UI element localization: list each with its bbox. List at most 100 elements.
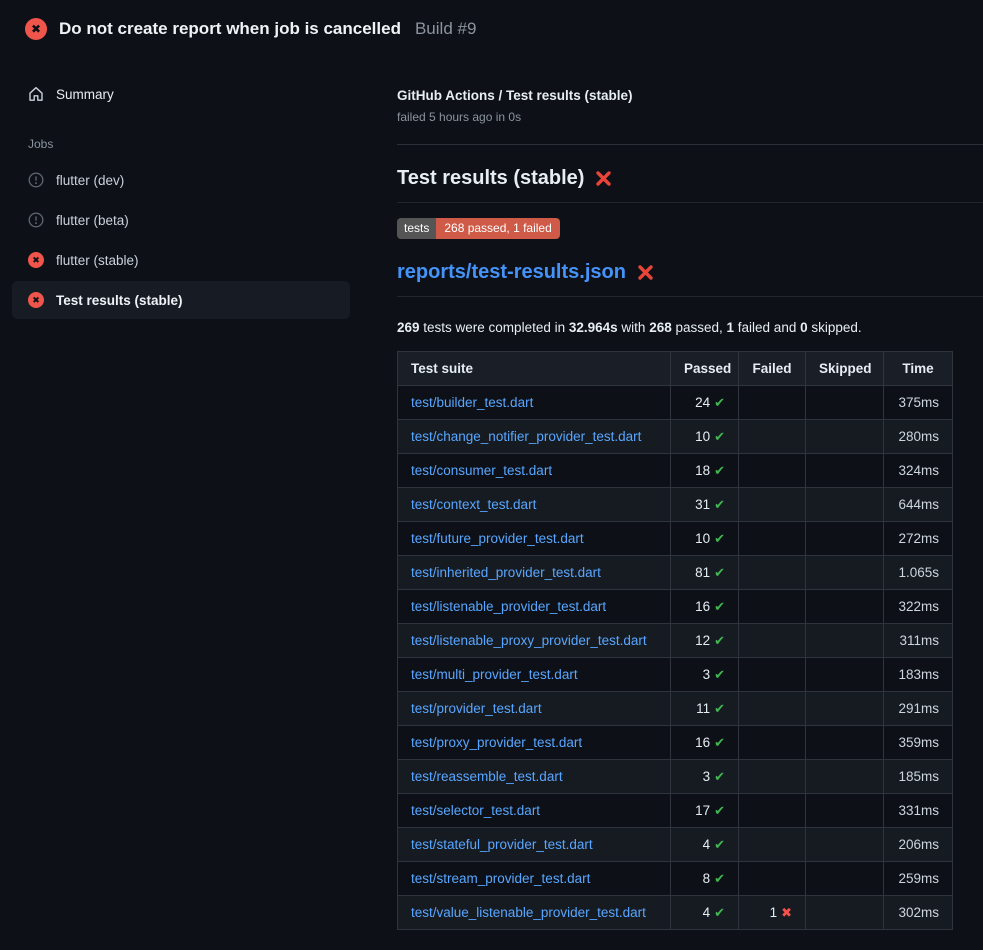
skipped-cell bbox=[806, 862, 884, 896]
check-icon: ✔ bbox=[714, 667, 725, 682]
failed-cell bbox=[739, 386, 806, 420]
time-cell: 644ms bbox=[884, 488, 953, 522]
sidebar-item-label: Summary bbox=[56, 87, 114, 102]
test-suite-link[interactable]: test/change_notifier_provider_test.dart bbox=[411, 429, 641, 444]
test-suite-link[interactable]: test/stream_provider_test.dart bbox=[411, 871, 590, 886]
failed-cell bbox=[739, 624, 806, 658]
skipped-cell bbox=[806, 590, 884, 624]
test-suite-link[interactable]: test/reassemble_test.dart bbox=[411, 769, 563, 784]
build-number: Build #9 bbox=[415, 19, 476, 39]
check-icon: ✔ bbox=[714, 701, 725, 716]
check-icon: ✔ bbox=[714, 769, 725, 784]
sidebar-item-flutter-dev[interactable]: flutter (dev) bbox=[12, 161, 350, 199]
x-glyph: ✖ bbox=[32, 295, 40, 306]
failed-count: 1 bbox=[770, 905, 778, 920]
time-cell: 324ms bbox=[884, 454, 953, 488]
table-row: test/change_notifier_provider_test.dart … bbox=[398, 420, 953, 454]
sidebar-item-flutter-stable[interactable]: ✖ flutter (stable) bbox=[12, 241, 350, 279]
time-cell: 259ms bbox=[884, 862, 953, 896]
failed-status-icon: ✖ bbox=[28, 252, 44, 268]
total-tests-count: 269 bbox=[397, 320, 420, 335]
test-suite-link[interactable]: test/multi_provider_test.dart bbox=[411, 667, 578, 682]
table-row: test/selector_test.dart 17✔ 331ms bbox=[398, 794, 953, 828]
failed-cell bbox=[739, 760, 806, 794]
column-header-time: Time bbox=[884, 352, 953, 386]
sidebar-item-label: flutter (beta) bbox=[56, 213, 129, 228]
test-suite-link[interactable]: test/inherited_provider_test.dart bbox=[411, 565, 601, 580]
column-header-passed: Passed bbox=[671, 352, 739, 386]
skipped-cell bbox=[806, 488, 884, 522]
summary-text: with bbox=[618, 320, 650, 335]
table-row: test/multi_provider_test.dart 3✔ 183ms bbox=[398, 658, 953, 692]
time-cell: 280ms bbox=[884, 420, 953, 454]
check-icon: ✔ bbox=[714, 837, 725, 852]
test-suite-link[interactable]: test/selector_test.dart bbox=[411, 803, 540, 818]
cancelled-icon bbox=[28, 172, 44, 188]
cancelled-icon bbox=[28, 212, 44, 228]
check-run-heading: Test results (stable) bbox=[397, 167, 983, 203]
divider bbox=[397, 144, 983, 145]
time-cell: 311ms bbox=[884, 624, 953, 658]
test-suite-link[interactable]: test/future_provider_test.dart bbox=[411, 531, 584, 546]
test-suite-link[interactable]: test/context_test.dart bbox=[411, 497, 536, 512]
check-icon: ✔ bbox=[714, 735, 725, 750]
passed-count: 4 bbox=[703, 905, 711, 920]
summary-text: failed and bbox=[734, 320, 800, 335]
sidebar-item-flutter-beta[interactable]: flutter (beta) bbox=[12, 201, 350, 239]
time-cell: 375ms bbox=[884, 386, 953, 420]
table-row: test/stateful_provider_test.dart 4✔ 206m… bbox=[398, 828, 953, 862]
failed-cell bbox=[739, 454, 806, 488]
check-run-title: Test results (stable) bbox=[397, 167, 584, 190]
skipped-cell bbox=[806, 760, 884, 794]
build-header: ✖ Do not create report when job is cance… bbox=[0, 0, 983, 57]
test-suite-link[interactable]: test/listenable_proxy_provider_test.dart bbox=[411, 633, 647, 648]
test-suite-link[interactable]: test/consumer_test.dart bbox=[411, 463, 552, 478]
failed-cell bbox=[739, 828, 806, 862]
skipped-cell bbox=[806, 386, 884, 420]
skipped-cell bbox=[806, 556, 884, 590]
check-icon: ✔ bbox=[714, 497, 725, 512]
failed-status-icon: ✖ bbox=[28, 292, 44, 308]
passed-count: 268 bbox=[649, 320, 672, 335]
skipped-cell bbox=[806, 726, 884, 760]
test-suite-link[interactable]: test/proxy_provider_test.dart bbox=[411, 735, 582, 750]
failed-cell: 1✖ bbox=[739, 896, 806, 930]
time-cell: 331ms bbox=[884, 794, 953, 828]
test-suite-link[interactable]: test/builder_test.dart bbox=[411, 395, 533, 410]
column-header-skipped: Skipped bbox=[806, 352, 884, 386]
check-icon: ✔ bbox=[714, 429, 725, 444]
main-content: GitHub Actions / Test results (stable) f… bbox=[397, 57, 983, 930]
table-row: test/listenable_proxy_provider_test.dart… bbox=[398, 624, 953, 658]
test-suite-link[interactable]: test/provider_test.dart bbox=[411, 701, 542, 716]
column-header-test-suite: Test suite bbox=[398, 352, 671, 386]
table-row: test/inherited_provider_test.dart 81✔ 1.… bbox=[398, 556, 953, 590]
check-icon: ✔ bbox=[714, 463, 725, 478]
table-row: test/value_listenable_provider_test.dart… bbox=[398, 896, 953, 930]
sidebar-item-label: flutter (dev) bbox=[56, 173, 124, 188]
report-file-link[interactable]: reports/test-results.json bbox=[397, 261, 626, 284]
passed-count: 3 bbox=[703, 769, 711, 784]
check-icon: ✔ bbox=[714, 395, 725, 410]
table-row: test/consumer_test.dart 18✔ 324ms bbox=[398, 454, 953, 488]
check-icon: ✔ bbox=[714, 531, 725, 546]
column-header-failed: Failed bbox=[739, 352, 806, 386]
check-icon: ✔ bbox=[714, 905, 725, 920]
jobs-section-heading: Jobs bbox=[28, 137, 397, 151]
time-cell: 272ms bbox=[884, 522, 953, 556]
check-icon: ✔ bbox=[714, 599, 725, 614]
workflow-run-title: Do not create report when job is cancell… bbox=[59, 19, 401, 39]
test-suite-link[interactable]: test/value_listenable_provider_test.dart bbox=[411, 905, 646, 920]
test-suite-link[interactable]: test/stateful_provider_test.dart bbox=[411, 837, 593, 852]
passed-count: 8 bbox=[703, 871, 711, 886]
time-cell: 206ms bbox=[884, 828, 953, 862]
sidebar-item-summary[interactable]: Summary bbox=[0, 84, 397, 104]
time-cell: 291ms bbox=[884, 692, 953, 726]
table-row: test/proxy_provider_test.dart 16✔ 359ms bbox=[398, 726, 953, 760]
passed-count: 10 bbox=[695, 429, 710, 444]
sidebar-item-test-results-stable[interactable]: ✖ Test results (stable) bbox=[12, 281, 350, 319]
test-suite-link[interactable]: test/listenable_provider_test.dart bbox=[411, 599, 606, 614]
sidebar-item-label: Test results (stable) bbox=[56, 293, 183, 308]
breadcrumb: GitHub Actions / Test results (stable) bbox=[397, 88, 983, 103]
passed-count: 16 bbox=[695, 735, 710, 750]
table-row: test/provider_test.dart 11✔ 291ms bbox=[398, 692, 953, 726]
